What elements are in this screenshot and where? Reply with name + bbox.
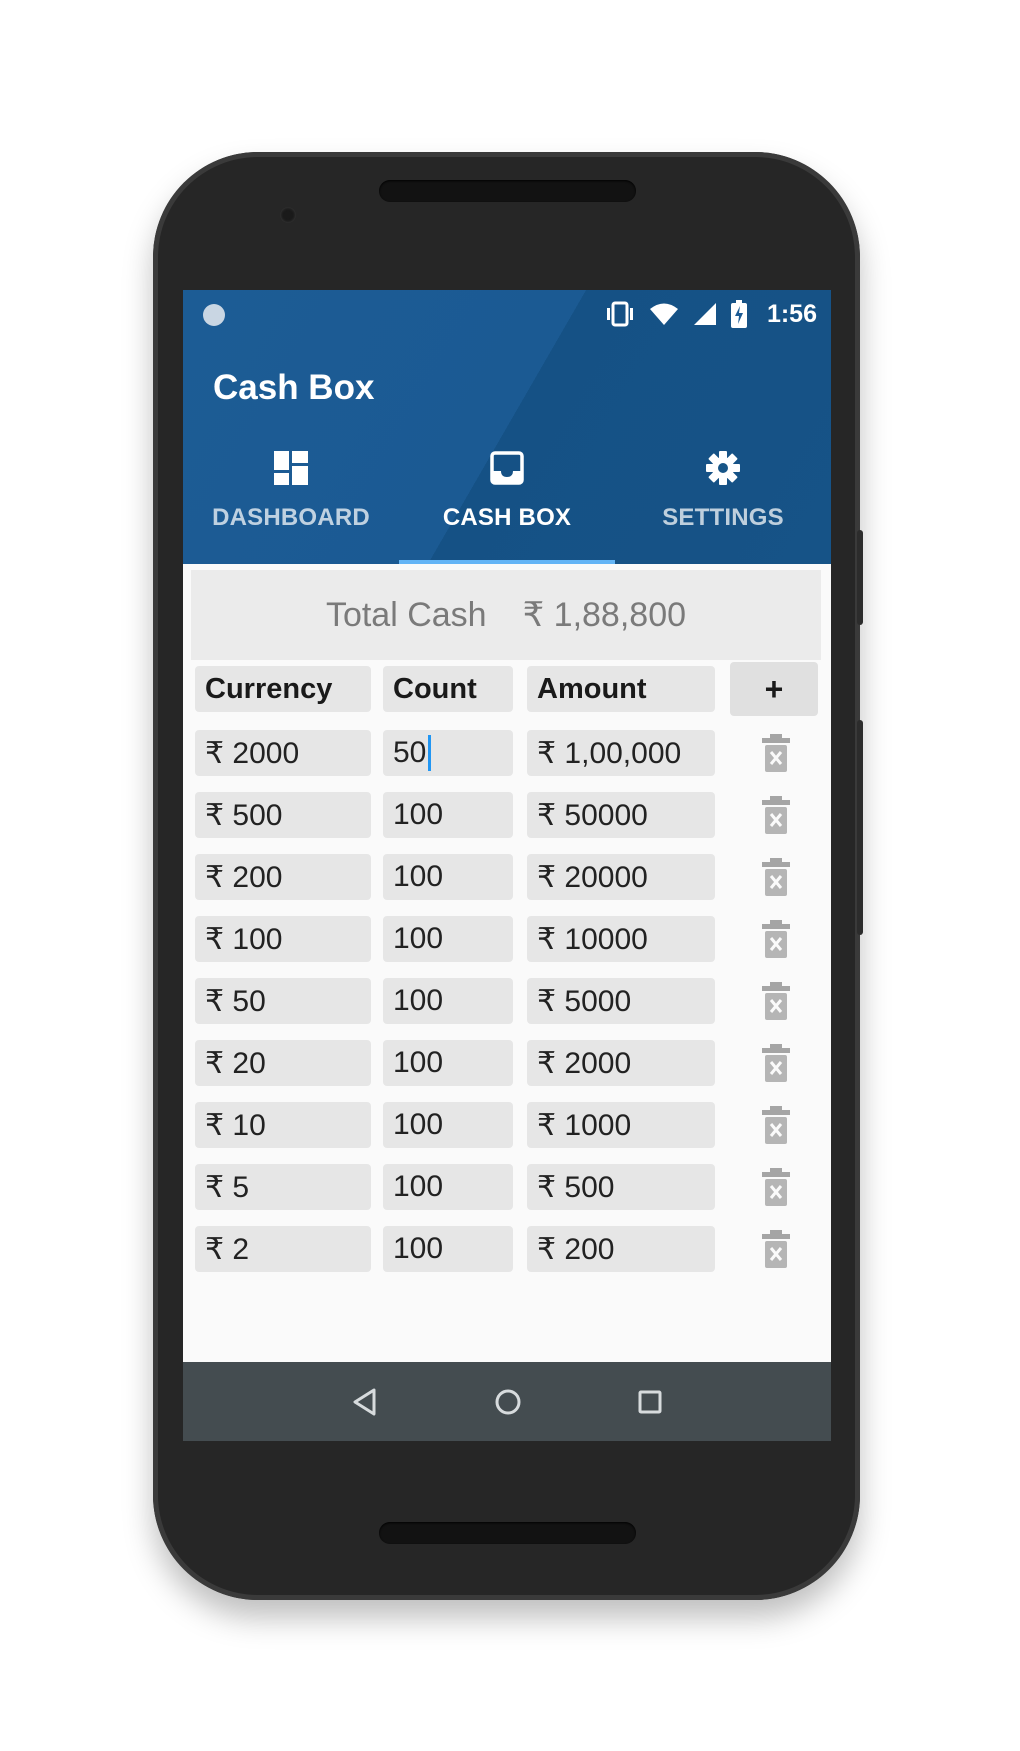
table-row: ₹ 100 100 ₹ 10000: [195, 910, 825, 972]
table-row: ₹ 500 100 ₹ 50000: [195, 786, 825, 848]
amount-value: ₹ 20000: [527, 854, 715, 900]
currency-field[interactable]: ₹ 50: [195, 978, 371, 1024]
header-amount: Amount: [527, 666, 715, 712]
screen: 1:56 Cash Box DASHBOARD CASH BOX SETTING…: [183, 290, 831, 1441]
system-nav-bar: [183, 1362, 831, 1441]
dashboard-icon: [274, 451, 308, 485]
battery-charging-icon: [730, 300, 747, 328]
tab-dashboard[interactable]: DASHBOARD: [183, 440, 399, 564]
volume-button: [857, 530, 863, 625]
count-field[interactable]: 100: [383, 978, 513, 1024]
currency-field[interactable]: ₹ 5: [195, 1164, 371, 1210]
currency-field[interactable]: ₹ 20: [195, 1040, 371, 1086]
tab-label: CASH BOX: [442, 504, 572, 531]
delete-icon[interactable]: [762, 1168, 790, 1206]
status-time: 1:56: [766, 299, 817, 328]
text-cursor: [428, 735, 432, 771]
delete-icon[interactable]: [762, 734, 790, 772]
app-title: Cash Box: [213, 368, 375, 407]
count-field[interactable]: 100: [383, 1226, 513, 1272]
notification-icon: [203, 304, 225, 326]
table-row: ₹ 200 100 ₹ 20000: [195, 848, 825, 910]
currency-field[interactable]: ₹ 100: [195, 916, 371, 962]
total-label: Total Cash: [325, 595, 487, 634]
front-camera: [280, 207, 296, 223]
currency-field[interactable]: ₹ 500: [195, 792, 371, 838]
inbox-icon: [490, 451, 524, 485]
currency-field[interactable]: ₹ 2: [195, 1226, 371, 1272]
delete-icon[interactable]: [762, 982, 790, 1020]
table-body[interactable]: ₹ 2000 50 ₹ 1,00,000 ₹ 500 100 ₹ 50000 ₹…: [195, 724, 825, 1304]
tab-cash-box[interactable]: CASH BOX: [399, 440, 615, 564]
delete-icon[interactable]: [762, 1106, 790, 1144]
count-field[interactable]: 50: [383, 730, 513, 776]
count-field[interactable]: 100: [383, 854, 513, 900]
delete-icon[interactable]: [762, 920, 790, 958]
wifi-icon: [649, 303, 678, 325]
home-icon[interactable]: [493, 1387, 523, 1417]
power-button: [857, 720, 863, 935]
status-bar: 1:56: [183, 290, 831, 338]
delete-icon[interactable]: [762, 796, 790, 834]
gear-icon: [706, 451, 740, 485]
tab-settings[interactable]: SETTINGS: [615, 440, 831, 564]
add-row-button[interactable]: +: [730, 662, 818, 716]
tab-label: SETTINGS: [662, 504, 784, 531]
count-field[interactable]: 100: [383, 916, 513, 962]
table-row: ₹ 20 100 ₹ 2000: [195, 1034, 825, 1096]
count-field[interactable]: 100: [383, 1040, 513, 1086]
total-value: ₹ 1,88,800: [522, 596, 687, 634]
top-speaker: [379, 180, 636, 202]
amount-value: ₹ 50000: [527, 792, 715, 838]
amount-value: ₹ 10000: [527, 916, 715, 962]
app-bar: 1:56 Cash Box DASHBOARD CASH BOX SETTING…: [183, 290, 831, 564]
header-currency: Currency: [195, 666, 371, 712]
tab-bar: DASHBOARD CASH BOX SETTINGS: [183, 440, 831, 564]
count-value: 50: [393, 736, 427, 769]
delete-icon[interactable]: [762, 1230, 790, 1268]
currency-field[interactable]: ₹ 200: [195, 854, 371, 900]
signal-icon: [693, 303, 716, 325]
delete-icon[interactable]: [762, 858, 790, 896]
table-row: ₹ 50 100 ₹ 5000: [195, 972, 825, 1034]
currency-field[interactable]: ₹ 10: [195, 1102, 371, 1148]
table-row: ₹ 5 100 ₹ 500: [195, 1158, 825, 1220]
recents-icon[interactable]: [636, 1388, 664, 1416]
amount-value: ₹ 1,00,000: [527, 730, 715, 776]
table-row: ₹ 2000 50 ₹ 1,00,000: [195, 724, 825, 786]
total-cash-bar: Total Cash ₹ 1,88,800: [191, 570, 821, 660]
amount-value: ₹ 2000: [527, 1040, 715, 1086]
amount-value: ₹ 5000: [527, 978, 715, 1024]
bottom-speaker: [379, 1522, 636, 1544]
delete-icon[interactable]: [762, 1044, 790, 1082]
count-field[interactable]: 100: [383, 1164, 513, 1210]
table-row: ₹ 10 100 ₹ 1000: [195, 1096, 825, 1158]
header-count: Count: [383, 666, 513, 712]
vibrate-icon: [606, 301, 633, 327]
count-field[interactable]: 100: [383, 1102, 513, 1148]
cash-table: Currency Count Amount + ₹ 2000 50 ₹ 1,00…: [195, 662, 825, 1304]
table-row: ₹ 2 100 ₹ 200: [195, 1220, 825, 1282]
amount-value: ₹ 500: [527, 1164, 715, 1210]
table-header: Currency Count Amount +: [195, 662, 825, 716]
currency-field[interactable]: ₹ 2000: [195, 730, 371, 776]
back-icon[interactable]: [350, 1387, 380, 1417]
tab-label: DASHBOARD: [212, 504, 370, 531]
count-field[interactable]: 100: [383, 792, 513, 838]
amount-value: ₹ 200: [527, 1226, 715, 1272]
amount-value: ₹ 1000: [527, 1102, 715, 1148]
